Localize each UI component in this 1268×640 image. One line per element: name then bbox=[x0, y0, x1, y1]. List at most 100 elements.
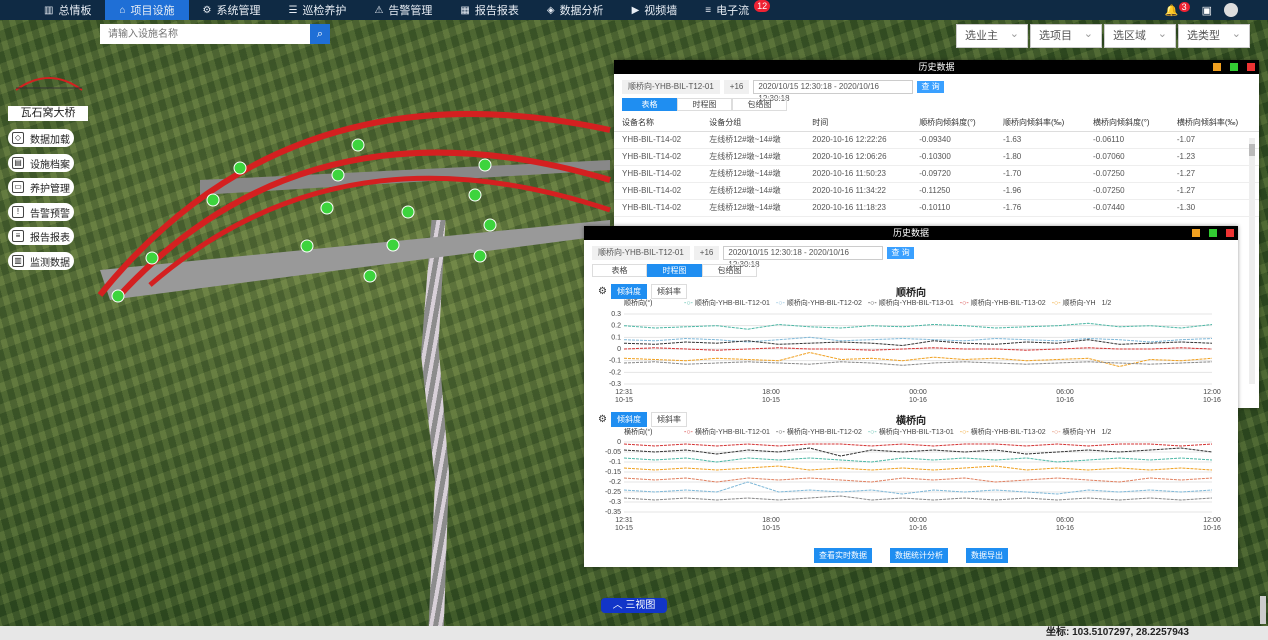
column-header[interactable]: 设备分组 bbox=[701, 115, 805, 132]
region-select[interactable]: 选区域 bbox=[1104, 23, 1176, 48]
nav-reports[interactable]: ▦ 报告报表 bbox=[446, 0, 532, 20]
legend-entry[interactable]: -○- 横桥向-YHB-BIL-T12-02 bbox=[776, 427, 862, 437]
nav-overview[interactable]: ▥ 总情板 bbox=[30, 0, 105, 20]
legend-entry[interactable]: -○- 顺桥向-YHB-BIL-T13-02 bbox=[960, 298, 1046, 308]
nav-e-flow[interactable]: ≡ 电子流 12 bbox=[691, 0, 784, 20]
column-header[interactable]: 顺桥向倾斜度(°) bbox=[911, 115, 995, 132]
nav-alarm-management[interactable]: ⚠ 告警管理 bbox=[360, 0, 446, 20]
query-button[interactable]: 查 询 bbox=[917, 81, 944, 93]
avatar[interactable] bbox=[1224, 3, 1238, 17]
device-tag[interactable]: 顺桥向-YHB-BIL-T12-01 bbox=[592, 246, 690, 260]
table-row[interactable]: YHB-BIL-T14-02 左线桥12#墩~14#墩 2020-10-16 11:… bbox=[614, 199, 1259, 217]
close-icon[interactable] bbox=[1226, 229, 1234, 237]
series-line[interactable] bbox=[623, 361, 1213, 366]
x-tick-label: 10-16 bbox=[1203, 397, 1221, 404]
table-row[interactable]: YHB-BIL-T14-02 左线桥12#墩~14#墩 2020-10-16 11:… bbox=[614, 182, 1259, 200]
legend-entry[interactable]: -○- 横桥向-YHB-BIL-T13-02 bbox=[960, 427, 1046, 437]
tab-timeline[interactable]: 时程图 bbox=[677, 98, 732, 111]
series-line[interactable] bbox=[623, 477, 1213, 483]
table-cell: 2020-10-16 12:22:26 bbox=[804, 131, 912, 149]
nav-video-wall[interactable]: ▶ 视频墙 bbox=[618, 0, 692, 20]
table-cell: 左线桥12#墩~14#墩 bbox=[701, 148, 805, 166]
fullscreen-icon[interactable]: ▣ bbox=[1202, 4, 1212, 17]
export-button[interactable]: 数据导出 bbox=[966, 548, 1008, 563]
table-row[interactable]: YHB-BIL-T14-02 左线桥12#墩~14#墩 2020-10-16 12:… bbox=[614, 148, 1259, 166]
table-scrollbar[interactable] bbox=[1249, 138, 1255, 384]
legend-pager[interactable]: 1/2 bbox=[1102, 429, 1112, 436]
table-cell: YHB-BIL-T14-02 bbox=[614, 199, 702, 217]
bridge-model[interactable] bbox=[90, 70, 620, 320]
legend-entry[interactable]: -○- 横桥向-YH bbox=[1052, 427, 1096, 437]
legend-pager[interactable]: 1/2 bbox=[1102, 300, 1112, 307]
x-tick-label: 10-16 bbox=[1056, 397, 1074, 404]
legend-label: 横桥向-YHB-BIL-T12-02 bbox=[786, 429, 862, 436]
tab-table[interactable]: 表格 bbox=[592, 264, 647, 277]
side-alarm-warning[interactable]: ! 告警预警 bbox=[8, 203, 74, 221]
series-line[interactable] bbox=[623, 457, 1213, 463]
type-select[interactable]: 选类型 bbox=[1178, 23, 1250, 48]
y-tick-label: -0.3 bbox=[609, 381, 621, 388]
search-input[interactable] bbox=[100, 24, 310, 44]
side-monitoring-data[interactable]: ▥ 监测数据 bbox=[8, 252, 74, 270]
statistics-button[interactable]: 数据统计分析 bbox=[890, 548, 948, 563]
query-button[interactable]: 查 询 bbox=[887, 247, 914, 259]
owner-select[interactable]: 选业主 bbox=[956, 23, 1028, 48]
date-range-input[interactable]: 2020/10/15 12:30:18 - 2020/10/16 12:30:1… bbox=[723, 246, 884, 269]
minimize-icon[interactable] bbox=[1213, 63, 1221, 71]
maximize-icon[interactable] bbox=[1230, 63, 1238, 71]
table-cell: -1.07 bbox=[1168, 131, 1259, 149]
series-line[interactable] bbox=[623, 495, 1213, 501]
series-line[interactable] bbox=[623, 481, 1213, 495]
close-icon[interactable] bbox=[1247, 63, 1255, 71]
history-panel-chart: 历史数据 顺桥向-YHB-BIL-T12-01 +16 2020/10/15 1… bbox=[584, 226, 1238, 567]
legend-entry[interactable]: -○- 顺桥向-YH bbox=[1052, 298, 1096, 308]
series-line[interactable] bbox=[623, 339, 1213, 347]
tab-envelope[interactable]: 包络图 bbox=[702, 264, 757, 277]
series-line[interactable] bbox=[623, 322, 1213, 330]
map-scrollbar[interactable] bbox=[1260, 596, 1266, 624]
tab-envelope[interactable]: 包络图 bbox=[732, 98, 787, 111]
search-button[interactable]: ⌕ bbox=[310, 24, 330, 44]
side-maintenance[interactable]: ▭ 养护管理 bbox=[8, 178, 74, 196]
y-tick-label: -0.3 bbox=[609, 499, 621, 506]
device-tag-count[interactable]: +16 bbox=[693, 246, 720, 260]
legend-entry[interactable]: -○- 顺桥向-YHB-BIL-T13-01 bbox=[868, 298, 954, 308]
legend-label: 横桥向-YHB-BIL-T13-02 bbox=[970, 429, 1046, 436]
legend-entry[interactable]: -○- 横桥向-YHB-BIL-T13-01 bbox=[868, 427, 954, 437]
minimize-icon[interactable] bbox=[1192, 229, 1200, 237]
column-header[interactable]: 时间 bbox=[804, 115, 912, 132]
series-line[interactable] bbox=[623, 465, 1213, 471]
document-icon: ≡ bbox=[12, 230, 24, 242]
maximize-icon[interactable] bbox=[1209, 229, 1217, 237]
legend-entry[interactable]: -○- 顺桥向-YHB-BIL-T12-01 bbox=[684, 298, 770, 308]
device-tag[interactable]: 顺桥向-YHB-BIL-T12-01 bbox=[622, 80, 720, 94]
legend-entry[interactable]: -○- 横桥向-YHB-BIL-T12-01 bbox=[684, 427, 770, 437]
legend-entry[interactable]: -○- 顺桥向-YHB-BIL-T12-02 bbox=[776, 298, 862, 308]
column-header[interactable]: 设备名称 bbox=[614, 115, 702, 132]
table-row[interactable]: YHB-BIL-T14-02 左线桥12#墩~14#墩 2020-10-16 12:… bbox=[614, 131, 1259, 149]
date-range-input[interactable]: 2020/10/15 12:30:18 - 2020/10/16 12:30:1… bbox=[753, 80, 914, 103]
bell-badge: 3 bbox=[1178, 1, 1190, 12]
tab-timeline[interactable]: 时程图 bbox=[647, 264, 702, 277]
tab-table[interactable]: 表格 bbox=[622, 98, 677, 111]
column-header[interactable]: 横桥向倾斜度(°) bbox=[1085, 115, 1169, 132]
column-header[interactable]: 顺桥向倾斜率(‰) bbox=[995, 115, 1086, 132]
nav-data-analysis[interactable]: ◈ 数据分析 bbox=[533, 0, 618, 20]
side-reports[interactable]: ≡ 报告报表 bbox=[8, 227, 74, 245]
nav-project-facilities[interactable]: ⌂ 项目设施 bbox=[105, 0, 189, 20]
nav-inspection[interactable]: ☰ 巡检养护 bbox=[274, 0, 360, 20]
side-data-loading[interactable]: ◇ 数据加载 bbox=[8, 129, 74, 147]
side-facility-archive[interactable]: ▤ 设施档案 bbox=[8, 154, 74, 172]
bell-icon[interactable]: 🔔 3 bbox=[1165, 1, 1190, 17]
nav-system-management[interactable]: ⚙ 系统管理 bbox=[189, 0, 275, 20]
x-tick-label: 06:00 bbox=[1056, 517, 1074, 524]
table-row[interactable]: YHB-BIL-T14-02 左线桥12#墩~14#墩 2020-10-16 11:… bbox=[614, 165, 1259, 183]
table-cell: 2020-10-16 11:18:23 bbox=[804, 199, 912, 217]
realtime-data-button[interactable]: 查看实时数据 bbox=[814, 548, 872, 563]
device-tag-count[interactable]: +16 bbox=[723, 80, 750, 94]
project-select[interactable]: 选项目 bbox=[1030, 23, 1102, 48]
three-view-button[interactable]: ︿ 三视图 bbox=[601, 598, 667, 613]
series-line[interactable] bbox=[623, 443, 1213, 447]
series-line[interactable] bbox=[623, 336, 1213, 343]
column-header[interactable]: 横桥向倾斜率(‰) bbox=[1168, 115, 1259, 132]
